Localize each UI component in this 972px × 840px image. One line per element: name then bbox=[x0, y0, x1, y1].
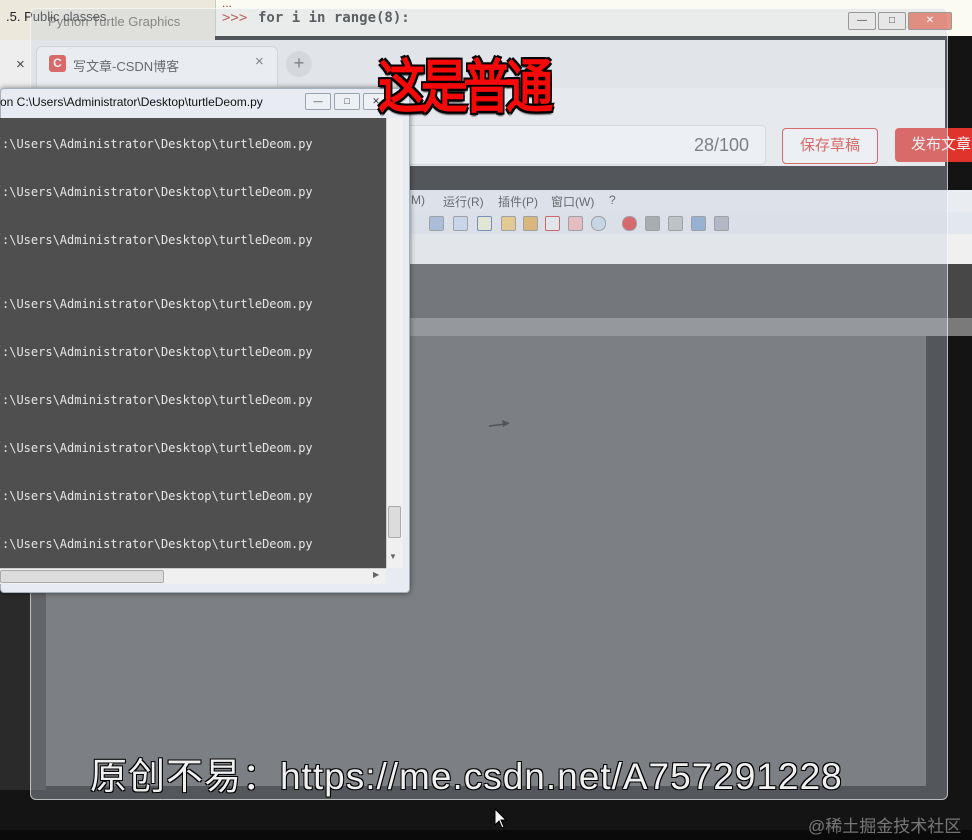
console-line: :\Users\Administrator\Desktop\turtleDeom… bbox=[2, 233, 313, 247]
site-watermark: @稀土掘金技术社区 bbox=[808, 817, 962, 836]
maximize-icon[interactable]: □ bbox=[878, 12, 906, 30]
minimize-icon[interactable]: — bbox=[848, 12, 876, 30]
mouse-pointer-icon bbox=[494, 808, 508, 829]
console-line: :\Users\Administrator\Desktop\turtleDeom… bbox=[2, 489, 313, 503]
console-maximize-icon[interactable]: □ bbox=[334, 93, 360, 110]
console-line: :\Users\Administrator\Desktop\turtleDeom… bbox=[2, 297, 313, 311]
close-icon[interactable]: ✕ bbox=[908, 12, 952, 30]
console-line: :\Users\Administrator\Desktop\turtleDeom… bbox=[2, 345, 313, 359]
console-vertical-scroll-thumb[interactable] bbox=[388, 506, 401, 538]
console-horizontal-scroll-thumb[interactable] bbox=[0, 570, 164, 583]
console-line: :\Users\Administrator\Desktop\turtleDeom… bbox=[2, 537, 313, 551]
console-minimize-icon[interactable]: — bbox=[305, 93, 331, 110]
console-line: :\Users\Administrator\Desktop\turtleDeom… bbox=[2, 185, 313, 199]
console-output: :\Users\Administrator\Desktop\turtleDeom… bbox=[0, 118, 386, 568]
console-window-title: on C:\Users\Administrator\Desktop\turtle… bbox=[0, 95, 263, 109]
overlay-url-banner: 原创不易：https://me.csdn.net/A757291228 bbox=[90, 756, 843, 797]
console-line: :\Users\Administrator\Desktop\turtleDeom… bbox=[2, 393, 313, 407]
console-line: :\Users\Administrator\Desktop\turtleDeom… bbox=[2, 137, 313, 151]
scroll-right-icon[interactable]: ▶ bbox=[373, 570, 379, 579]
overlay-caption: 这是普通 bbox=[378, 55, 553, 120]
console-line: :\Users\Administrator\Desktop\turtleDeom… bbox=[2, 441, 313, 455]
turtle-window-title: Python Turtle Graphics bbox=[48, 14, 181, 29]
previous-tab-close-icon[interactable]: × bbox=[16, 56, 25, 73]
turtle-window-controls: — □ ✕ bbox=[846, 10, 952, 30]
console-vertical-scrollbar[interactable] bbox=[386, 118, 403, 568]
scroll-down-icon[interactable]: ▼ bbox=[389, 552, 397, 561]
